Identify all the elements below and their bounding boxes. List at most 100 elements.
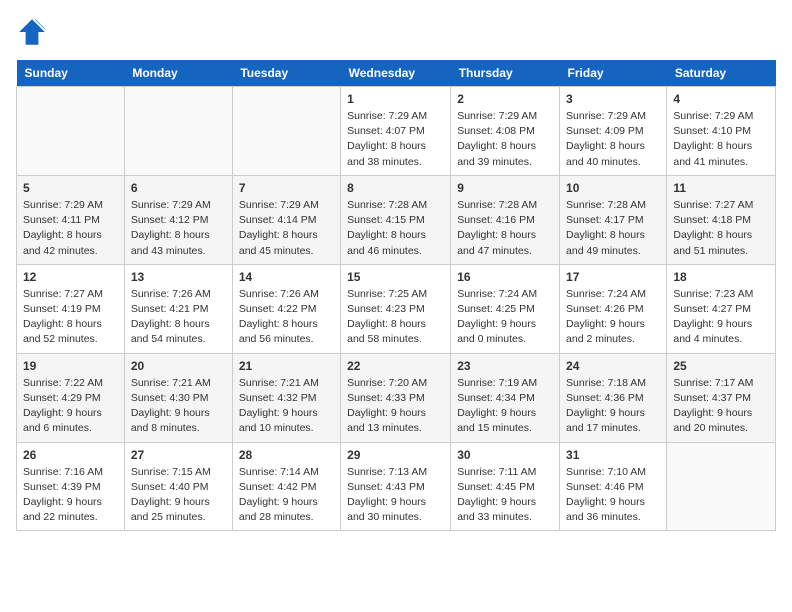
day-info: Sunrise: 7:26 AM Sunset: 4:22 PM Dayligh… bbox=[239, 287, 334, 348]
day-number: 5 bbox=[23, 181, 118, 195]
column-header-saturday: Saturday bbox=[667, 60, 776, 87]
calendar-cell bbox=[667, 442, 776, 531]
day-info: Sunrise: 7:23 AM Sunset: 4:27 PM Dayligh… bbox=[673, 287, 769, 348]
calendar-cell: 7 Sunrise: 7:29 AM Sunset: 4:14 PM Daylig… bbox=[232, 175, 340, 264]
day-number: 29 bbox=[347, 448, 444, 462]
day-number: 22 bbox=[347, 359, 444, 373]
day-number: 13 bbox=[131, 270, 226, 284]
day-number: 31 bbox=[566, 448, 660, 462]
calendar-cell: 27 Sunrise: 7:15 AM Sunset: 4:40 PM Dayli… bbox=[124, 442, 232, 531]
calendar-cell: 23 Sunrise: 7:19 AM Sunset: 4:34 PM Dayli… bbox=[451, 353, 560, 442]
day-number: 9 bbox=[457, 181, 553, 195]
day-number: 25 bbox=[673, 359, 769, 373]
column-header-monday: Monday bbox=[124, 60, 232, 87]
day-info: Sunrise: 7:27 AM Sunset: 4:19 PM Dayligh… bbox=[23, 287, 118, 348]
day-info: Sunrise: 7:26 AM Sunset: 4:21 PM Dayligh… bbox=[131, 287, 226, 348]
calendar-cell: 10 Sunrise: 7:28 AM Sunset: 4:17 PM Dayli… bbox=[560, 175, 667, 264]
calendar-cell: 13 Sunrise: 7:26 AM Sunset: 4:21 PM Dayli… bbox=[124, 264, 232, 353]
calendar-cell: 20 Sunrise: 7:21 AM Sunset: 4:30 PM Dayli… bbox=[124, 353, 232, 442]
day-info: Sunrise: 7:19 AM Sunset: 4:34 PM Dayligh… bbox=[457, 376, 553, 437]
day-number: 20 bbox=[131, 359, 226, 373]
page-header bbox=[16, 16, 776, 48]
day-number: 19 bbox=[23, 359, 118, 373]
column-header-tuesday: Tuesday bbox=[232, 60, 340, 87]
day-info: Sunrise: 7:11 AM Sunset: 4:45 PM Dayligh… bbox=[457, 465, 553, 526]
calendar-cell: 24 Sunrise: 7:18 AM Sunset: 4:36 PM Dayli… bbox=[560, 353, 667, 442]
day-info: Sunrise: 7:25 AM Sunset: 4:23 PM Dayligh… bbox=[347, 287, 444, 348]
day-info: Sunrise: 7:21 AM Sunset: 4:32 PM Dayligh… bbox=[239, 376, 334, 437]
calendar-cell: 1 Sunrise: 7:29 AM Sunset: 4:07 PM Daylig… bbox=[341, 87, 451, 176]
day-number: 23 bbox=[457, 359, 553, 373]
day-number: 12 bbox=[23, 270, 118, 284]
day-info: Sunrise: 7:29 AM Sunset: 4:14 PM Dayligh… bbox=[239, 198, 334, 259]
calendar-cell bbox=[232, 87, 340, 176]
day-number: 4 bbox=[673, 92, 769, 106]
day-number: 15 bbox=[347, 270, 444, 284]
day-info: Sunrise: 7:21 AM Sunset: 4:30 PM Dayligh… bbox=[131, 376, 226, 437]
day-number: 30 bbox=[457, 448, 553, 462]
calendar-cell: 8Sunrise: 7:28 AM Sunset: 4:15 PM Daylig… bbox=[341, 175, 451, 264]
day-info: Sunrise: 7:28 AM Sunset: 4:16 PM Dayligh… bbox=[457, 198, 553, 259]
day-number: 21 bbox=[239, 359, 334, 373]
day-number: 14 bbox=[239, 270, 334, 284]
calendar-cell: 29 Sunrise: 7:13 AM Sunset: 4:43 PM Dayli… bbox=[341, 442, 451, 531]
day-info: Sunrise: 7:24 AM Sunset: 4:26 PM Dayligh… bbox=[566, 287, 660, 348]
calendar-week-row: 19 Sunrise: 7:22 AM Sunset: 4:29 PM Dayli… bbox=[17, 353, 776, 442]
day-number: 26 bbox=[23, 448, 118, 462]
day-info: Sunrise: 7:29 AM Sunset: 4:08 PM Dayligh… bbox=[457, 109, 553, 170]
calendar-cell: 16 Sunrise: 7:24 AM Sunset: 4:25 PM Dayli… bbox=[451, 264, 560, 353]
day-number: 27 bbox=[131, 448, 226, 462]
calendar-cell: 5 Sunrise: 7:29 AM Sunset: 4:11 PM Daylig… bbox=[17, 175, 125, 264]
column-header-sunday: Sunday bbox=[17, 60, 125, 87]
calendar-cell: 26 Sunrise: 7:16 AM Sunset: 4:39 PM Dayli… bbox=[17, 442, 125, 531]
day-info: Sunrise: 7:29 AM Sunset: 4:07 PM Dayligh… bbox=[347, 109, 444, 170]
calendar-cell: 11Sunrise: 7:27 AM Sunset: 4:18 PM Dayli… bbox=[667, 175, 776, 264]
day-number: 17 bbox=[566, 270, 660, 284]
day-number: 11 bbox=[673, 181, 769, 195]
calendar-cell: 4 Sunrise: 7:29 AM Sunset: 4:10 PM Daylig… bbox=[667, 87, 776, 176]
day-number: 10 bbox=[566, 181, 660, 195]
calendar-cell: 31 Sunrise: 7:10 AM Sunset: 4:46 PM Dayli… bbox=[560, 442, 667, 531]
day-number: 16 bbox=[457, 270, 553, 284]
day-number: 1 bbox=[347, 92, 444, 106]
calendar-cell: 19 Sunrise: 7:22 AM Sunset: 4:29 PM Dayli… bbox=[17, 353, 125, 442]
day-info: Sunrise: 7:29 AM Sunset: 4:10 PM Dayligh… bbox=[673, 109, 769, 170]
day-info: Sunrise: 7:22 AM Sunset: 4:29 PM Dayligh… bbox=[23, 376, 118, 437]
day-number: 3 bbox=[566, 92, 660, 106]
column-header-friday: Friday bbox=[560, 60, 667, 87]
calendar-cell: 17 Sunrise: 7:24 AM Sunset: 4:26 PM Dayli… bbox=[560, 264, 667, 353]
day-number: 24 bbox=[566, 359, 660, 373]
logo bbox=[16, 16, 52, 48]
calendar-cell: 15 Sunrise: 7:25 AM Sunset: 4:23 PM Dayli… bbox=[341, 264, 451, 353]
day-info: Sunrise: 7:14 AM Sunset: 4:42 PM Dayligh… bbox=[239, 465, 334, 526]
day-info: Sunrise: 7:18 AM Sunset: 4:36 PM Dayligh… bbox=[566, 376, 660, 437]
day-number: 2 bbox=[457, 92, 553, 106]
day-info: Sunrise: 7:20 AM Sunset: 4:33 PM Dayligh… bbox=[347, 376, 444, 437]
day-info: Sunrise: 7:15 AM Sunset: 4:40 PM Dayligh… bbox=[131, 465, 226, 526]
calendar-cell: 3Sunrise: 7:29 AM Sunset: 4:09 PM Daylig… bbox=[560, 87, 667, 176]
calendar-cell: 6 Sunrise: 7:29 AM Sunset: 4:12 PM Daylig… bbox=[124, 175, 232, 264]
day-info: Sunrise: 7:16 AM Sunset: 4:39 PM Dayligh… bbox=[23, 465, 118, 526]
day-number: 7 bbox=[239, 181, 334, 195]
day-info: Sunrise: 7:29 AM Sunset: 4:11 PM Dayligh… bbox=[23, 198, 118, 259]
calendar-cell: 25Sunrise: 7:17 AM Sunset: 4:37 PM Dayli… bbox=[667, 353, 776, 442]
day-number: 28 bbox=[239, 448, 334, 462]
day-number: 6 bbox=[131, 181, 226, 195]
day-info: Sunrise: 7:28 AM Sunset: 4:15 PM Dayligh… bbox=[347, 198, 444, 259]
calendar-cell: 12 Sunrise: 7:27 AM Sunset: 4:19 PM Dayli… bbox=[17, 264, 125, 353]
day-info: Sunrise: 7:13 AM Sunset: 4:43 PM Dayligh… bbox=[347, 465, 444, 526]
logo-icon bbox=[16, 16, 48, 48]
calendar-week-row: 5 Sunrise: 7:29 AM Sunset: 4:11 PM Daylig… bbox=[17, 175, 776, 264]
calendar-cell: 22 Sunrise: 7:20 AM Sunset: 4:33 PM Dayli… bbox=[341, 353, 451, 442]
column-header-wednesday: Wednesday bbox=[341, 60, 451, 87]
calendar-cell: 28 Sunrise: 7:14 AM Sunset: 4:42 PM Dayli… bbox=[232, 442, 340, 531]
day-info: Sunrise: 7:29 AM Sunset: 4:12 PM Dayligh… bbox=[131, 198, 226, 259]
day-info: Sunrise: 7:28 AM Sunset: 4:17 PM Dayligh… bbox=[566, 198, 660, 259]
calendar-cell: 14 Sunrise: 7:26 AM Sunset: 4:22 PM Dayli… bbox=[232, 264, 340, 353]
calendar-cell: 2 Sunrise: 7:29 AM Sunset: 4:08 PM Daylig… bbox=[451, 87, 560, 176]
day-info: Sunrise: 7:10 AM Sunset: 4:46 PM Dayligh… bbox=[566, 465, 660, 526]
calendar-cell bbox=[124, 87, 232, 176]
calendar-week-row: 1 Sunrise: 7:29 AM Sunset: 4:07 PM Daylig… bbox=[17, 87, 776, 176]
calendar-cell: 30 Sunrise: 7:11 AM Sunset: 4:45 PM Dayli… bbox=[451, 442, 560, 531]
day-info: Sunrise: 7:24 AM Sunset: 4:25 PM Dayligh… bbox=[457, 287, 553, 348]
